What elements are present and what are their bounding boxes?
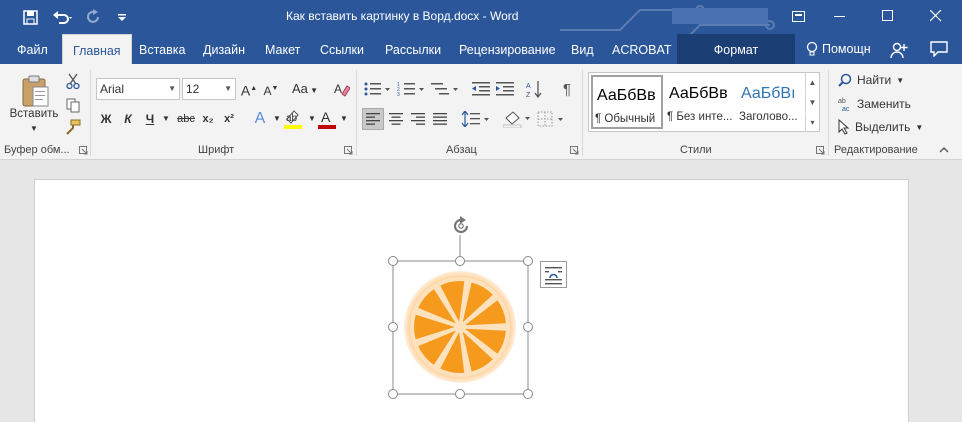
resize-handle-top-left[interactable] (388, 256, 398, 266)
rotate-handle-icon[interactable] (451, 216, 471, 236)
layout-options-icon[interactable] (540, 261, 567, 288)
orange-slice-icon[interactable] (393, 261, 528, 394)
resize-handle-bottom[interactable] (455, 389, 465, 399)
orange-slice-image (404, 271, 516, 383)
resize-handle-right[interactable] (523, 322, 533, 332)
resize-handle-top-right[interactable] (523, 256, 533, 266)
resize-handle-left[interactable] (388, 322, 398, 332)
word-window: Как вставить картинку в Ворд.docx - Word… (0, 0, 962, 422)
resize-handle-top[interactable] (455, 256, 465, 266)
resize-handle-bottom-right[interactable] (523, 389, 533, 399)
resize-handle-bottom-left[interactable] (388, 389, 398, 399)
